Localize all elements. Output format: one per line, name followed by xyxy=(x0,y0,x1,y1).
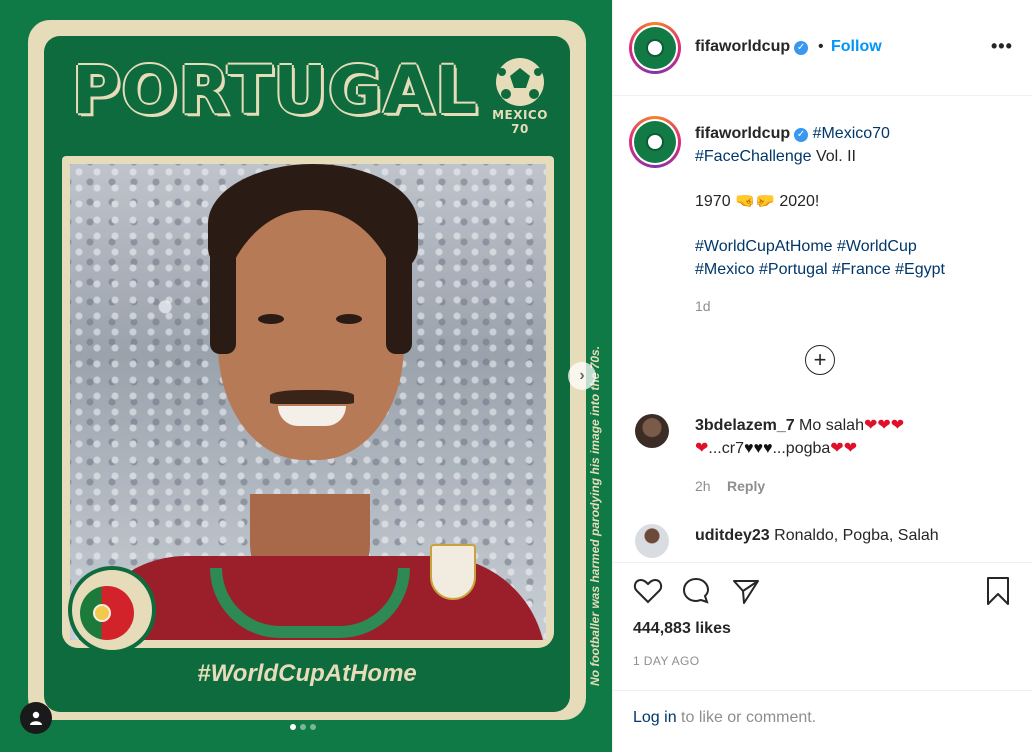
player-smile xyxy=(278,406,346,426)
caption-time[interactable]: 1d xyxy=(695,298,711,314)
carousel-next-button[interactable]: › xyxy=(568,362,596,390)
ball-icon xyxy=(646,133,664,151)
carousel-dot xyxy=(290,724,296,730)
login-prompt-text: to like or comment. xyxy=(676,709,817,726)
load-more-comments-button[interactable]: + xyxy=(805,345,835,375)
login-footer: Log in to like or comment. xyxy=(613,690,1032,752)
emblem-label: MEXICO 70 xyxy=(492,108,548,136)
post-sidebar: fifaworldcup ✓ • Follow ••• fifaworldcup ✓… xyxy=(612,0,1032,752)
sideburn-right xyxy=(386,244,412,354)
carousel-dot xyxy=(300,724,306,730)
eye-left xyxy=(258,314,284,324)
heart-emoji: ❤ xyxy=(695,440,709,457)
bookmark-icon[interactable] xyxy=(983,576,1013,606)
comment-text: ...cr7 xyxy=(708,440,744,457)
carousel-dots xyxy=(290,724,316,730)
comment: uditdey23 Ronaldo, Pogba, Salah xyxy=(695,524,1015,547)
caption-year-end: 2020! xyxy=(774,193,820,210)
follow-button[interactable]: Follow xyxy=(831,38,882,56)
user-icon xyxy=(30,711,42,725)
like-count[interactable]: 444,883 likes xyxy=(633,620,731,638)
hashtag-link[interactable]: #France xyxy=(832,261,891,278)
comment-text: ...pogba xyxy=(772,440,831,457)
hashtag-link[interactable]: #WorldCup xyxy=(837,238,917,255)
sideburn-left xyxy=(210,244,236,354)
comment-text: Ronaldo, Pogba, Salah xyxy=(769,527,939,544)
hashtag-link[interactable]: #WorldCupAtHome xyxy=(695,238,833,255)
tagged-users-button[interactable] xyxy=(20,702,52,734)
heart-emoji: ❤❤ xyxy=(830,440,858,457)
commenter-avatar[interactable] xyxy=(635,524,669,558)
post-caption: fifaworldcup ✓ #Mexico70 #FaceChallenge V… xyxy=(695,122,1015,281)
caption-avatar[interactable] xyxy=(629,116,681,168)
caption-vol: Vol. II xyxy=(811,148,856,165)
author-avatar[interactable] xyxy=(629,22,681,74)
flag-emblem xyxy=(93,604,111,622)
black-heart-emoji: ♥♥♥ xyxy=(743,440,773,457)
comment-username[interactable]: uditdey23 xyxy=(695,527,770,544)
share-icon[interactable] xyxy=(731,576,761,606)
hashtag-link[interactable]: #Mexico70 xyxy=(813,125,890,142)
reply-button[interactable]: Reply xyxy=(727,478,765,494)
player-photo xyxy=(70,164,546,640)
more-options-icon[interactable]: ••• xyxy=(991,36,1013,57)
comment-icon[interactable] xyxy=(681,576,711,606)
carousel-dot xyxy=(310,724,316,730)
verified-badge-icon: ✓ xyxy=(794,41,809,55)
country-title: PORTUGAL xyxy=(72,52,479,129)
login-prompt: Log in to like or comment. xyxy=(633,709,816,727)
commenter-avatar[interactable] xyxy=(635,414,669,448)
verified-badge-icon: ✓ xyxy=(794,128,809,142)
card-hashtag: #WorldCupAtHome xyxy=(197,660,417,687)
heart-icon[interactable] xyxy=(633,576,663,606)
hashtag-link[interactable]: #FaceChallenge xyxy=(695,148,812,165)
heart-emoji: ❤❤❤ xyxy=(863,417,905,434)
hashtag-link[interactable]: #Portugal xyxy=(759,261,828,278)
post-age[interactable]: 1 DAY AGO xyxy=(633,654,700,668)
hashtag-link[interactable]: #Mexico xyxy=(695,261,755,278)
comment-time: 2h xyxy=(695,478,711,494)
header-username[interactable]: fifaworldcup xyxy=(695,38,790,55)
comment-text: Mo salah xyxy=(794,417,864,434)
caption-username[interactable]: fifaworldcup xyxy=(695,125,790,142)
fist-bump-emoji: 🤜🤛 xyxy=(735,193,775,210)
post-header: fifaworldcup ✓ • Follow ••• xyxy=(613,0,1032,96)
caption-year-start: 1970 xyxy=(695,193,736,210)
player-mustache xyxy=(270,390,354,404)
hashtag-link[interactable]: #Egypt xyxy=(895,261,945,278)
header-username-wrap: fifaworldcup ✓ xyxy=(695,38,809,56)
login-link[interactable]: Log in xyxy=(633,709,677,726)
ball-icon xyxy=(646,39,664,57)
disclaimer-text: No footballer was harmed parodying his i… xyxy=(588,345,602,686)
eye-right xyxy=(336,314,362,324)
header-separator: • xyxy=(818,38,824,55)
comment-username[interactable]: 3bdelazem_7 xyxy=(695,417,795,434)
post-media[interactable]: PORTUGAL MEXICO 70 #WorldCupAtHome No fo… xyxy=(0,0,612,752)
comment: 3bdelazem_7 Mo salah❤❤❤ ❤...cr7♥♥♥...pog… xyxy=(695,414,1015,460)
shirt-crest-icon xyxy=(430,544,476,600)
